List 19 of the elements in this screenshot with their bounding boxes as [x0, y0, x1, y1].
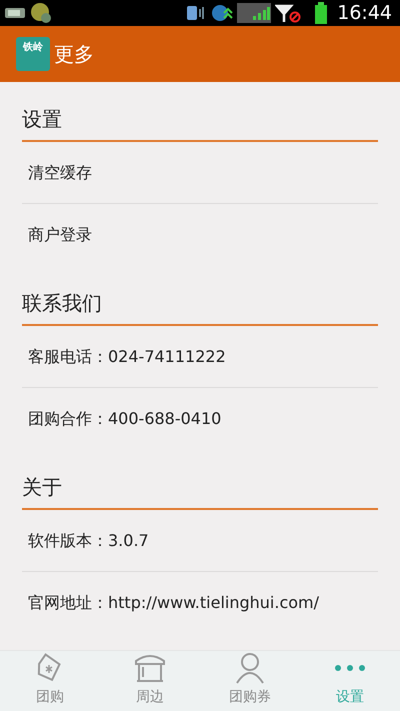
battery-icon: [313, 2, 330, 24]
store-icon: [134, 653, 166, 683]
section-header: 联系我们: [22, 290, 102, 317]
screen-title: 更多: [54, 41, 94, 68]
notification-icon: [4, 5, 26, 21]
section-header: 设置: [22, 106, 62, 133]
settings-item[interactable]: 团购合作：400-688-0410: [28, 407, 222, 431]
settings-item[interactable]: 客服电话：024-74111222: [28, 344, 226, 368]
settings-item[interactable]: 软件版本：3.0.7: [28, 528, 149, 552]
globe-icon: [211, 3, 234, 23]
settings-item[interactable]: 商户登录: [28, 223, 92, 247]
settings-item[interactable]: 官网地址：http://www.tielinghui.com/: [28, 591, 320, 615]
clock: 16:44: [337, 0, 392, 26]
section-header: 关于: [22, 474, 62, 501]
app-logo: 铁岭: [16, 37, 50, 71]
person-icon: [234, 652, 266, 684]
settings-item[interactable]: 清空缓存: [28, 160, 92, 184]
more-icon: [334, 663, 366, 673]
signal-icon: [237, 2, 272, 24]
